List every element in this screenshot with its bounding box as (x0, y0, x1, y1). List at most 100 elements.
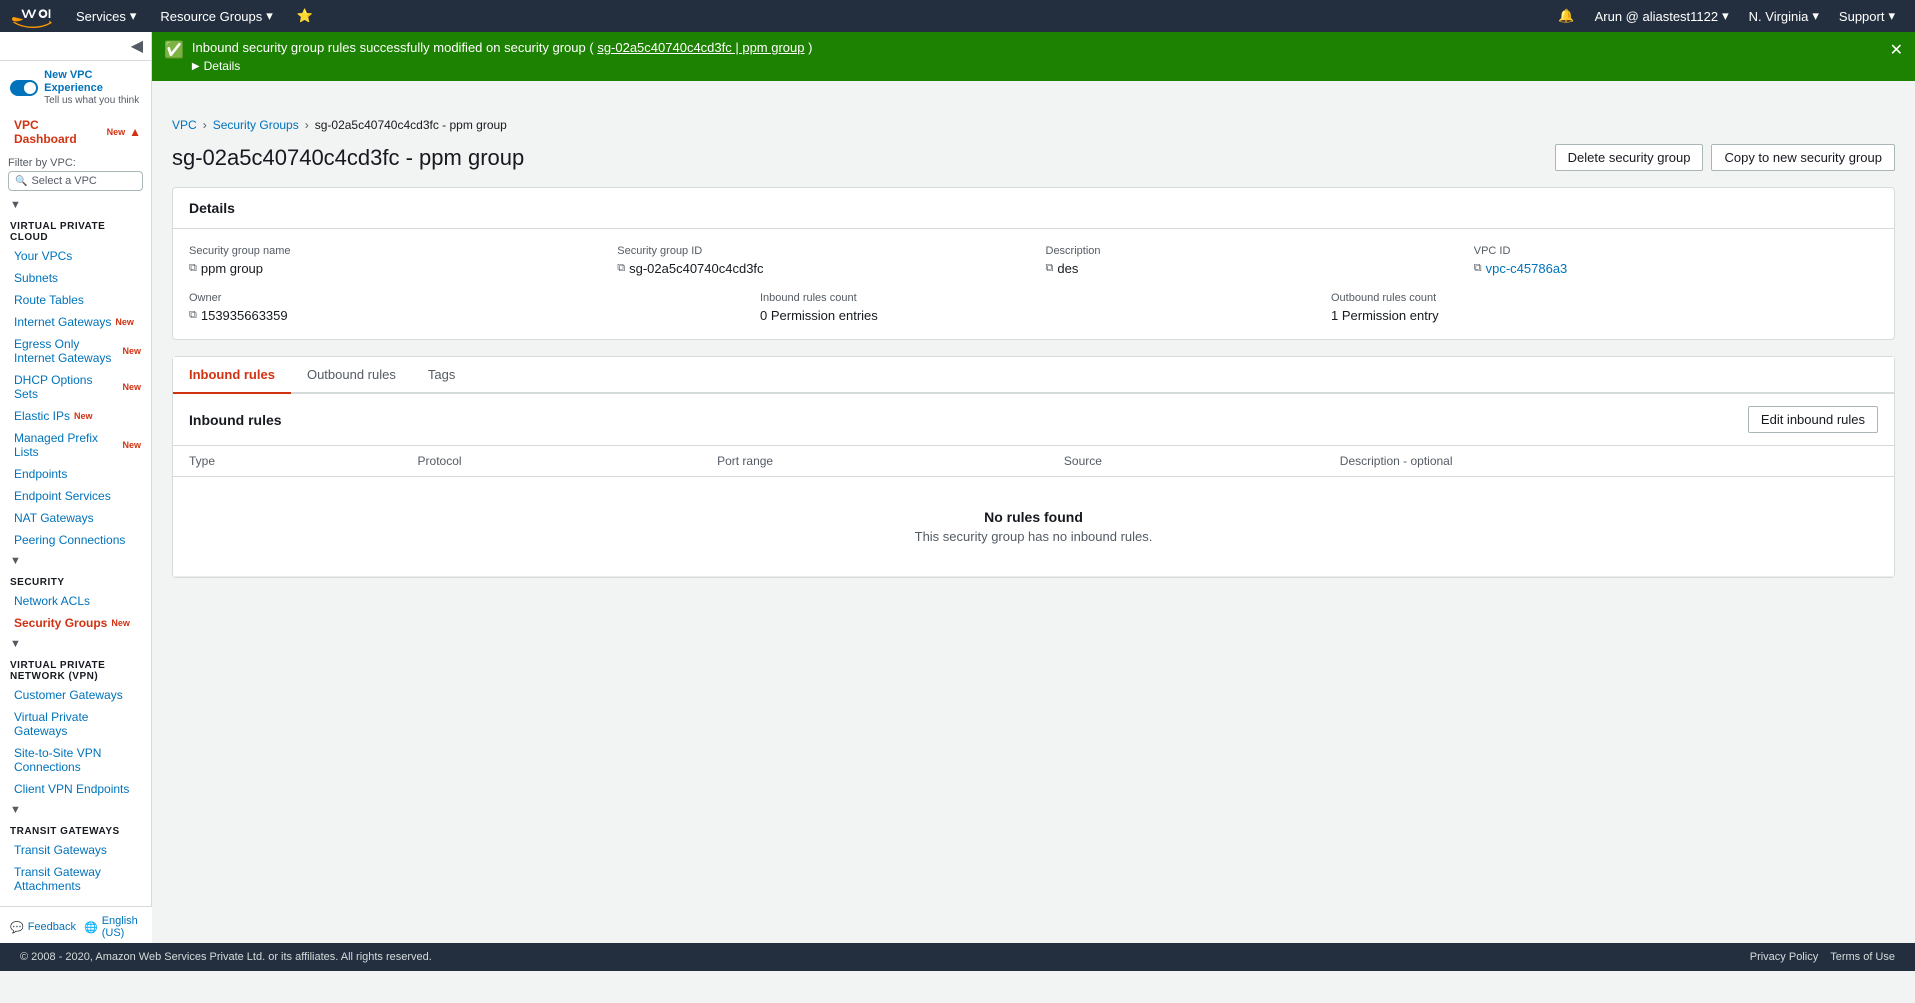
sidebar-item-customer-gateways[interactable]: Customer Gateways (0, 684, 151, 706)
new-vpc-experience-toggle[interactable] (10, 80, 38, 96)
sidebar-item-peering-connections[interactable]: Peering Connections (0, 529, 151, 551)
eig-badge: New (122, 346, 141, 356)
main-wrapper: VPC › Security Groups › sg-02a5c40740c4c… (152, 32, 1915, 1003)
ig-badge: New (115, 317, 134, 327)
col-port-range: Port range (701, 446, 1048, 477)
region-chevron-icon: ▾ (1812, 8, 1819, 24)
sidebar-toggle: ◀ (0, 32, 151, 61)
breadcrumb-sep-1: › (203, 118, 207, 132)
empty-title: No rules found (205, 509, 1862, 525)
page-title: sg-02a5c40740c4cd3fc - ppm group (172, 145, 524, 171)
breadcrumb-security-groups-link[interactable]: Security Groups (213, 118, 299, 132)
details-card: Details Security group name ⧉ ppm group … (172, 187, 1895, 340)
vpc-id-value: ⧉ vpc-c45786a3 (1474, 261, 1878, 276)
alert-sg-link[interactable]: sg-02a5c40740c4cd3fc | ppm group (597, 40, 804, 55)
vpc-dashboard-badge: New (107, 127, 126, 137)
feedback-button[interactable]: 💬 Feedback (10, 921, 76, 934)
sidebar-item-virtual-private-gateways[interactable]: Virtual Private Gateways (0, 706, 151, 742)
sidebar-item-internet-gateways[interactable]: Internet Gateways New (0, 311, 151, 333)
delete-security-group-button[interactable]: Delete security group (1555, 144, 1704, 171)
details-card-header: Details (173, 188, 1894, 229)
sidebar-item-egress-gateways[interactable]: Egress Only Internet Gateways New (0, 333, 151, 369)
top-navigation: Services ▾ Resource Groups ▾ ⭐ 🔔 Arun @ … (0, 0, 1915, 32)
rules-tabs: Inbound rules Outbound rules Tags (173, 357, 1894, 394)
privacy-policy-link[interactable]: Privacy Policy (1750, 951, 1818, 963)
footer-right: Privacy Policy Terms of Use (1750, 951, 1895, 963)
sidebar-item-subnets[interactable]: Subnets (0, 267, 151, 289)
vpc-id-copy-icon[interactable]: ⧉ (1474, 262, 1482, 275)
table-header-row: Type Protocol Port range Source Descript… (173, 446, 1894, 477)
sidebar-item-elastic-ips[interactable]: Elastic IPs New (0, 405, 151, 427)
sg-name-copy-icon[interactable]: ⧉ (189, 262, 197, 275)
support-menu[interactable]: Support ▾ (1831, 0, 1903, 32)
copy-to-new-sg-button[interactable]: Copy to new security group (1711, 144, 1895, 171)
sidebar-item-network-acls[interactable]: Network ACLs (0, 590, 151, 612)
table-header: Type Protocol Port range Source Descript… (173, 446, 1894, 477)
sidebar-footer: 💬 Feedback 🌐 English (US) (0, 906, 152, 947)
alert-details-toggle[interactable]: ▶ Details (192, 59, 813, 73)
vpc-id-link[interactable]: vpc-c45786a3 (1486, 261, 1568, 276)
tab-outbound-rules[interactable]: Outbound rules (291, 357, 412, 394)
tab-inbound-rules[interactable]: Inbound rules (173, 357, 291, 394)
main-content: VPC › Security Groups › sg-02a5c40740c4c… (152, 102, 1915, 610)
globe-icon: 🌐 (84, 921, 98, 934)
sidebar-item-transit-gateways[interactable]: Transit Gateways (0, 839, 151, 861)
feedback-icon: 💬 (10, 921, 24, 934)
edit-inbound-rules-button[interactable]: Edit inbound rules (1748, 406, 1878, 433)
aws-logo[interactable] (12, 4, 52, 28)
details-grid-row2: Owner ⧉ 153935663359 Inbound rules count… (189, 292, 1878, 323)
notifications-button[interactable]: 🔔 (1550, 0, 1582, 32)
sidebar-item-site-to-site-vpn[interactable]: Site-to-Site VPN Connections (0, 742, 151, 778)
owner-copy-icon[interactable]: ⧉ (189, 309, 197, 322)
outbound-count-value: 1 Permission entry (1331, 308, 1878, 323)
sidebar-collapse-arrow[interactable]: ▼ (0, 195, 151, 215)
resource-groups-menu[interactable]: Resource Groups ▾ (152, 0, 280, 32)
nav-right-section: 🔔 Arun @ aliastest1122 ▾ N. Virginia ▾ S… (1550, 0, 1903, 32)
sidebar-item-endpoint-services[interactable]: Endpoint Services (0, 485, 151, 507)
sidebar-category-vpn: VIRTUAL PRIVATE NETWORK (VPN) (0, 654, 151, 684)
sidebar-category-transit-gateways: TRANSIT GATEWAYS (0, 820, 151, 839)
description-copy-icon[interactable]: ⧉ (1046, 262, 1054, 275)
user-menu[interactable]: Arun @ aliastest1122 ▾ (1587, 0, 1737, 32)
detail-outbound-count: Outbound rules count 1 Permission entry (1331, 292, 1878, 323)
breadcrumb: VPC › Security Groups › sg-02a5c40740c4c… (172, 118, 1895, 132)
detail-description: Description ⧉ des (1046, 245, 1450, 276)
sidebar-item-nat-gateways[interactable]: NAT Gateways (0, 507, 151, 529)
sidebar-transit-divider[interactable]: ▼ (0, 800, 151, 820)
sidebar-item-security-groups[interactable]: Security Groups New (0, 612, 151, 634)
sg-id-copy-icon[interactable]: ⧉ (617, 262, 625, 275)
sidebar-item-managed-prefix-lists[interactable]: Managed Prefix Lists New (0, 427, 151, 463)
sidebar-item-route-tables[interactable]: Route Tables (0, 289, 151, 311)
col-type: Type (173, 446, 402, 477)
sidebar-item-dhcp-options[interactable]: DHCP Options Sets New (0, 369, 151, 405)
sidebar-vpn-divider[interactable]: ▼ (0, 551, 151, 571)
vpc-filter-section: Filter by VPC: 🔍 Select a VPC (0, 150, 151, 195)
alert-details-arrow-icon: ▶ (192, 61, 200, 72)
terms-of-use-link[interactable]: Terms of Use (1830, 951, 1895, 963)
region-menu[interactable]: N. Virginia ▾ (1741, 0, 1827, 32)
services-menu[interactable]: Services ▾ (68, 0, 144, 32)
tab-tags[interactable]: Tags (412, 357, 471, 394)
pin-icon-button[interactable]: ⭐ (289, 0, 321, 32)
sidebar-category-security: SECURITY (0, 571, 151, 590)
sidebar-security-divider[interactable]: ▼ (0, 634, 151, 654)
vpc-toggle-label: New VPC Experience (44, 69, 141, 95)
alert-close-button[interactable]: ✕ (1890, 40, 1903, 60)
inbound-rules-card-header: Inbound rules Edit inbound rules (173, 394, 1894, 446)
empty-state-row: No rules found This security group has n… (173, 477, 1894, 577)
sidebar-collapse-button[interactable]: ◀ (131, 36, 143, 56)
sg-badge: New (111, 618, 130, 628)
user-chevron-icon: ▾ (1722, 8, 1729, 24)
sidebar-item-client-vpn-endpoints[interactable]: Client VPN Endpoints (0, 778, 151, 800)
sidebar-item-your-vpcs[interactable]: Your VPCs (0, 245, 151, 267)
sidebar-item-endpoints[interactable]: Endpoints (0, 463, 151, 485)
sidebar-item-transit-gateway-attachments[interactable]: Transit Gateway Attachments (0, 861, 151, 897)
language-button[interactable]: 🌐 English (US) (84, 915, 142, 939)
detail-owner: Owner ⧉ 153935663359 (189, 292, 736, 323)
sidebar-item-vpc-dashboard[interactable]: VPC Dashboard New ▲ (0, 114, 151, 150)
detail-inbound-count: Inbound rules count 0 Permission entries (760, 292, 1307, 323)
breadcrumb-vpc-link[interactable]: VPC (172, 118, 197, 132)
sg-id-value: ⧉ sg-02a5c40740c4cd3fc (617, 261, 1021, 276)
vpc-filter-select[interactable]: 🔍 Select a VPC (8, 171, 143, 191)
detail-vpc-id: VPC ID ⧉ vpc-c45786a3 (1474, 245, 1878, 276)
